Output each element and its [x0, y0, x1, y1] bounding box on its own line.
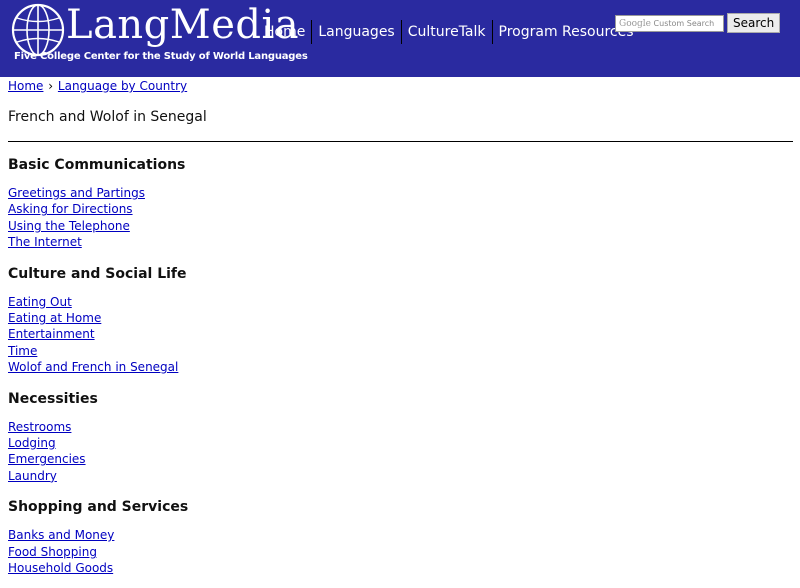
section-heading: Culture and Social Life	[8, 265, 187, 282]
section-links: Greetings and Partings Asking for Direct…	[8, 185, 793, 251]
langmedia-logo[interactable]: LangMedia Five College Center for the St…	[8, 2, 308, 72]
link-directions[interactable]: Asking for Directions	[8, 201, 793, 217]
link-eating-at-home[interactable]: Eating at Home	[8, 310, 793, 326]
page-title: French and Wolof in Senegal	[8, 109, 207, 125]
link-emergencies[interactable]: Emergencies	[8, 451, 793, 467]
breadcrumb: Home › Language by Country	[8, 78, 793, 94]
search-button[interactable]: Search	[727, 13, 781, 33]
link-telephone[interactable]: Using the Telephone	[8, 218, 793, 234]
link-restrooms[interactable]: Restrooms	[8, 419, 793, 435]
search-placeholder-brand: Google	[619, 18, 651, 29]
link-internet[interactable]: The Internet	[8, 234, 793, 250]
nav-languages[interactable]: Languages	[312, 20, 400, 44]
search-input[interactable]: Google Custom Search	[615, 14, 724, 32]
nav-home[interactable]: Home	[258, 20, 311, 44]
section-links: Eating Out Eating at Home Entertainment …	[8, 294, 793, 376]
breadcrumb-language-by-country[interactable]: Language by Country	[58, 79, 187, 93]
link-time[interactable]: Time	[8, 343, 793, 359]
section-links: Restrooms Lodging Emergencies Laundry	[8, 419, 793, 485]
nav-culturetalk[interactable]: CultureTalk	[402, 20, 492, 44]
section-links: Banks and Money Food Shopping Household …	[8, 527, 793, 576]
site-header: LangMedia Five College Center for the St…	[0, 0, 800, 77]
main-content: Home › Language by Country French and Wo…	[8, 77, 793, 577]
link-lodging[interactable]: Lodging	[8, 435, 793, 451]
title-divider	[8, 141, 793, 142]
main-nav: Home Languages CultureTalk Program Resou…	[258, 20, 640, 44]
link-eating-out[interactable]: Eating Out	[8, 294, 793, 310]
link-greetings[interactable]: Greetings and Partings	[8, 185, 793, 201]
link-wolof-french[interactable]: Wolof and French in Senegal	[8, 359, 793, 375]
breadcrumb-home[interactable]: Home	[8, 79, 43, 93]
link-food-shopping[interactable]: Food Shopping	[8, 544, 793, 560]
section-heading: Shopping and Services	[8, 499, 189, 516]
search-placeholder-text: Custom Search	[653, 18, 715, 28]
section-heading: Basic Communications	[8, 157, 186, 173]
link-banks-money[interactable]: Banks and Money	[8, 527, 793, 543]
site-search: Google Custom Search Search	[615, 13, 781, 33]
globe-icon	[11, 3, 65, 57]
section-heading: Necessities	[8, 390, 98, 407]
link-household-goods[interactable]: Household Goods	[8, 560, 793, 576]
breadcrumb-separator: ›	[48, 79, 54, 93]
link-laundry[interactable]: Laundry	[8, 468, 793, 484]
brand-tagline: Five College Center for the Study of Wor…	[14, 51, 308, 62]
link-entertainment[interactable]: Entertainment	[8, 326, 793, 342]
